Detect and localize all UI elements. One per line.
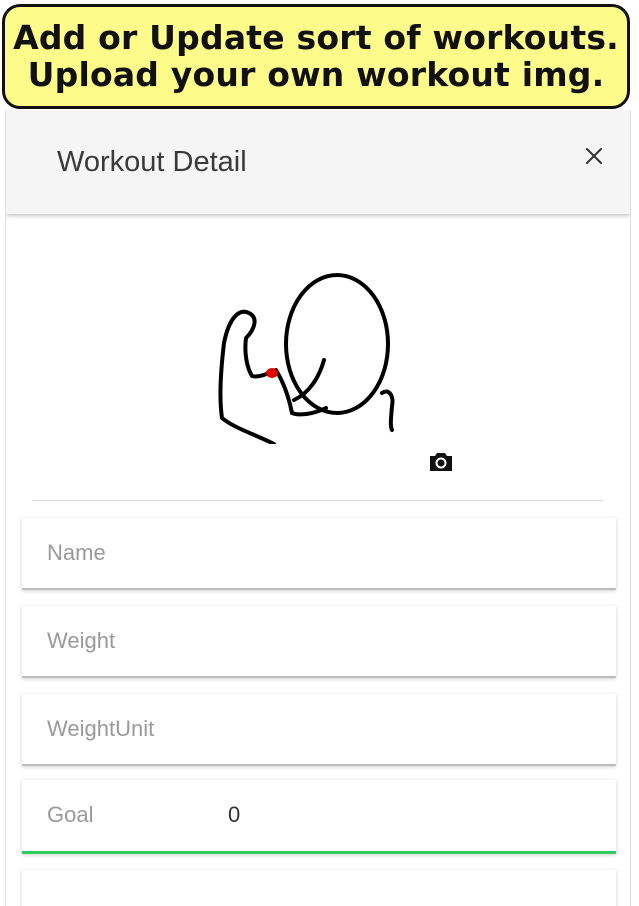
name-field[interactable]: Name <box>22 518 616 590</box>
dialog-header: Workout Detail <box>6 110 630 214</box>
name-field-label: Name <box>47 540 106 565</box>
weight-unit-field-label: WeightUnit <box>47 716 155 741</box>
goal-field-value: 0 <box>228 802 241 827</box>
close-button[interactable] <box>578 140 610 172</box>
camera-button[interactable] <box>427 450 457 476</box>
page-title: Workout Detail <box>57 146 247 178</box>
screen: Add or Update sort of workouts. Upload y… <box>0 0 639 906</box>
goal-field-label: Goal <box>47 802 94 827</box>
weight-unit-field[interactable]: WeightUnit <box>22 694 616 766</box>
weight-field[interactable]: Weight <box>22 606 616 678</box>
workout-image[interactable] <box>214 258 396 444</box>
caption-banner: Add or Update sort of workouts. Upload y… <box>2 4 630 109</box>
workout-image-area <box>32 214 604 501</box>
next-field-partial[interactable] <box>22 870 616 906</box>
goal-field[interactable]: Goal 0 <box>22 780 616 854</box>
camera-icon <box>430 453 452 471</box>
weight-field-label: Weight <box>47 628 116 653</box>
banner-line-1: Add or Update sort of workouts. <box>13 17 619 57</box>
workout-detail-dialog: Workout Detail Name Weight WeightUnit Go… <box>5 110 631 906</box>
banner-line-2: Upload your own workout img. <box>27 54 605 94</box>
close-icon <box>586 148 602 164</box>
